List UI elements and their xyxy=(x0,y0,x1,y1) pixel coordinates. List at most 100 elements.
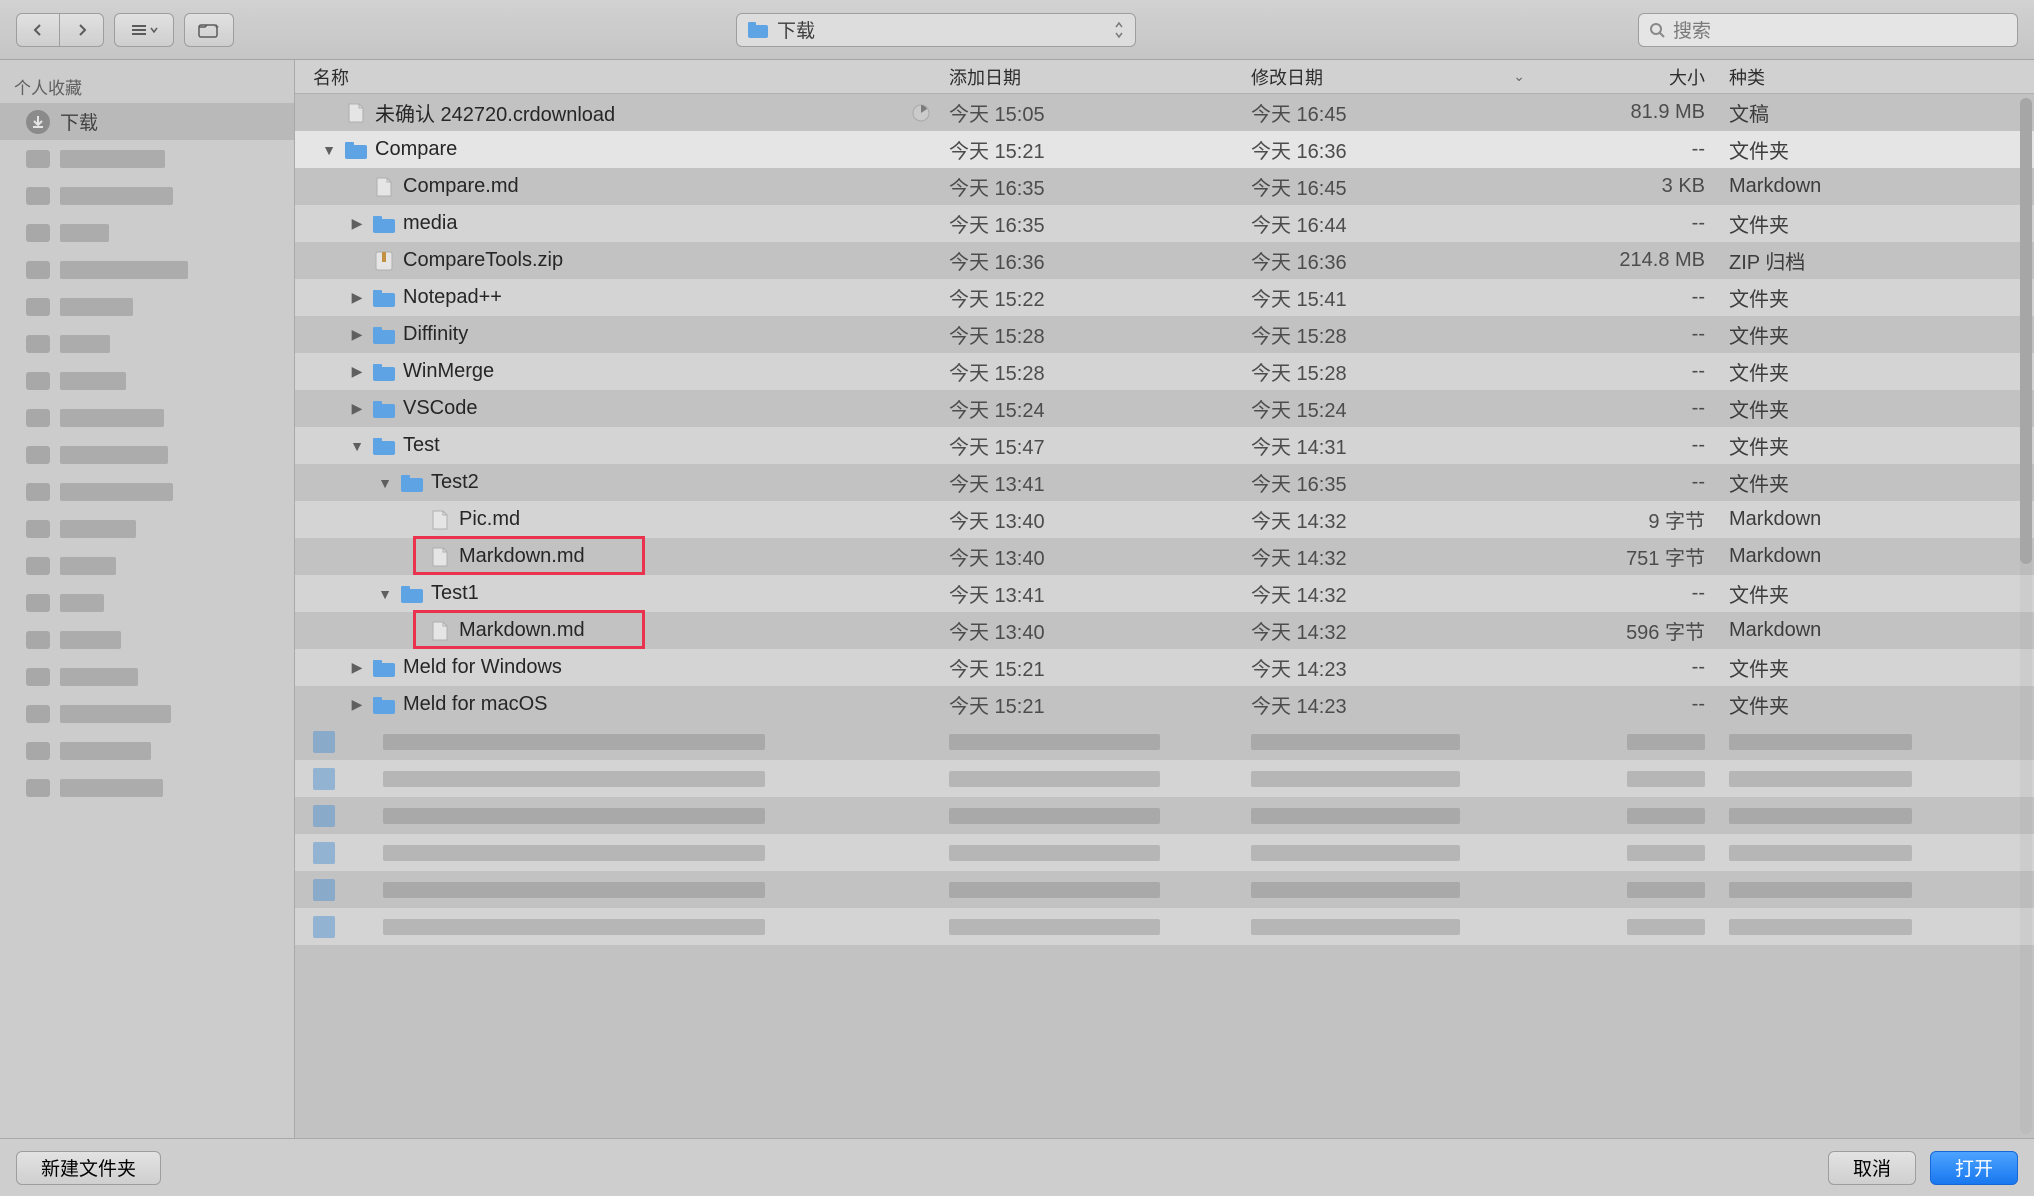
file-row-redacted[interactable] xyxy=(295,723,2034,760)
cell-kind: 文件夹 xyxy=(1729,686,2034,723)
cell-size: 751 字节 xyxy=(1549,538,1729,575)
sidebar-item-redacted[interactable] xyxy=(0,658,294,695)
file-row-redacted[interactable] xyxy=(295,834,2034,871)
toolbar-new-folder-button[interactable]: + xyxy=(184,13,234,47)
file-row[interactable]: Pic.md今天 13:40今天 14:329 字节Markdown xyxy=(295,501,2034,538)
sidebar-item-redacted[interactable] xyxy=(0,621,294,658)
new-folder-button[interactable]: 新建文件夹 xyxy=(16,1151,161,1185)
view-mode-button[interactable] xyxy=(114,13,174,47)
sidebar-item-redacted[interactable] xyxy=(0,214,294,251)
file-row[interactable]: Markdown.md今天 13:40今天 14:32751 字节Markdow… xyxy=(295,538,2034,575)
cell-date-added: 今天 15:28 xyxy=(949,316,1251,353)
cell-date-added: 今天 13:40 xyxy=(949,612,1251,649)
file-row-redacted[interactable] xyxy=(295,908,2034,945)
disclosure-triangle[interactable]: ▼ xyxy=(377,586,393,602)
folder-icon xyxy=(373,694,395,716)
open-button[interactable]: 打开 xyxy=(1930,1151,2018,1185)
sidebar-item-redacted[interactable] xyxy=(0,251,294,288)
cell-date-added: 今天 16:35 xyxy=(949,168,1251,205)
disclosure-triangle[interactable]: ▶ xyxy=(349,215,365,232)
file-name: Meld for Windows xyxy=(403,656,562,679)
sidebar-item-redacted[interactable] xyxy=(0,473,294,510)
disclosure-triangle[interactable]: ▶ xyxy=(349,696,365,713)
file-row[interactable]: ▼Test2今天 13:41今天 16:35--文件夹 xyxy=(295,464,2034,501)
file-row[interactable]: 未确认 242720.crdownload今天 15:05今天 16:4581.… xyxy=(295,94,2034,131)
column-header-date-added[interactable]: 添加日期 xyxy=(949,60,1251,93)
column-header-size[interactable]: 大小 xyxy=(1549,60,1729,93)
sidebar-item-redacted[interactable] xyxy=(0,769,294,806)
cell-size: -- xyxy=(1549,316,1729,353)
file-row[interactable]: ▼Test今天 15:47今天 14:31--文件夹 xyxy=(295,427,2034,464)
file-icon xyxy=(429,509,451,531)
file-row[interactable]: ▶WinMerge今天 15:28今天 15:28--文件夹 xyxy=(295,353,2034,390)
sidebar-item-redacted[interactable] xyxy=(0,732,294,769)
disclosure-triangle[interactable]: ▶ xyxy=(349,363,365,380)
disclosure-triangle[interactable]: ▶ xyxy=(349,326,365,343)
sidebar-item-redacted[interactable] xyxy=(0,288,294,325)
cell-date-modified: 今天 15:41 xyxy=(1251,279,1549,316)
disclosure-triangle[interactable]: ▶ xyxy=(349,289,365,306)
cell-date-added: 今天 16:36 xyxy=(949,242,1251,279)
file-row-redacted[interactable] xyxy=(295,871,2034,908)
cell-date-modified: 今天 16:45 xyxy=(1251,94,1549,131)
cell-size: 81.9 MB xyxy=(1549,94,1729,131)
file-row[interactable]: ▼Test1今天 13:41今天 14:32--文件夹 xyxy=(295,575,2034,612)
disclosure-triangle[interactable]: ▶ xyxy=(349,659,365,676)
column-header-name[interactable]: 名称 xyxy=(295,60,949,93)
file-name: Notepad++ xyxy=(403,286,502,309)
file-row[interactable]: ▶Meld for macOS今天 15:21今天 14:23--文件夹 xyxy=(295,686,2034,723)
file-row[interactable]: Markdown.md今天 13:40今天 14:32596 字节Markdow… xyxy=(295,612,2034,649)
file-row[interactable]: ▼Compare今天 15:21今天 16:36--文件夹 xyxy=(295,131,2034,168)
disclosure-triangle[interactable]: ▼ xyxy=(321,142,337,158)
file-row[interactable]: ▶Notepad++今天 15:22今天 15:41--文件夹 xyxy=(295,279,2034,316)
cancel-button[interactable]: 取消 xyxy=(1828,1151,1916,1185)
disclosure-triangle[interactable]: ▼ xyxy=(377,475,393,491)
file-row[interactable]: CompareTools.zip今天 16:36今天 16:36214.8 MB… xyxy=(295,242,2034,279)
path-control[interactable]: 下载 xyxy=(736,13,1136,47)
sidebar-item-redacted[interactable] xyxy=(0,140,294,177)
column-header-kind[interactable]: 种类 xyxy=(1729,60,2034,93)
back-button[interactable] xyxy=(16,13,60,47)
cell-date-modified: 今天 14:23 xyxy=(1251,649,1549,686)
sidebar-item-redacted[interactable] xyxy=(0,325,294,362)
cell-date-modified: 今天 16:44 xyxy=(1251,205,1549,242)
file-row[interactable]: ▶media今天 16:35今天 16:44--文件夹 xyxy=(295,205,2034,242)
folder-icon xyxy=(747,19,769,41)
file-row-redacted[interactable] xyxy=(295,797,2034,834)
cell-size: 214.8 MB xyxy=(1549,242,1729,279)
column-header-date-modified[interactable]: 修改日期 ⌄ xyxy=(1251,60,1549,93)
sidebar-item-redacted[interactable] xyxy=(0,399,294,436)
search-field[interactable]: 搜索 xyxy=(1638,13,2018,47)
vertical-scrollbar[interactable] xyxy=(2020,98,2032,1134)
sidebar-item-redacted[interactable] xyxy=(0,436,294,473)
file-row[interactable]: ▶Diffinity今天 15:28今天 15:28--文件夹 xyxy=(295,316,2034,353)
folder-icon xyxy=(401,583,423,605)
file-row[interactable]: ▶VSCode今天 15:24今天 15:24--文件夹 xyxy=(295,390,2034,427)
sidebar-item-redacted[interactable] xyxy=(0,510,294,547)
sidebar-item-redacted[interactable] xyxy=(0,584,294,621)
file-icon xyxy=(429,546,451,568)
disclosure-triangle[interactable]: ▼ xyxy=(349,438,365,454)
sidebar-item-redacted[interactable] xyxy=(0,177,294,214)
file-row[interactable]: Compare.md今天 16:35今天 16:453 KBMarkdown xyxy=(295,168,2034,205)
file-icon xyxy=(345,102,367,124)
sidebar-item-downloads[interactable]: 下载 xyxy=(0,103,294,140)
disclosure-triangle[interactable]: ▶ xyxy=(349,400,365,417)
scrollbar-thumb[interactable] xyxy=(2020,98,2032,564)
file-name: Pic.md xyxy=(459,508,520,531)
file-name: Test xyxy=(403,434,440,457)
cell-kind: 文件夹 xyxy=(1729,390,2034,427)
file-row-redacted[interactable] xyxy=(295,760,2034,797)
forward-button[interactable] xyxy=(60,13,104,47)
cell-date-added: 今天 15:21 xyxy=(949,686,1251,723)
file-name: Markdown.md xyxy=(459,619,585,642)
sidebar-item-redacted[interactable] xyxy=(0,695,294,732)
cell-size: -- xyxy=(1549,464,1729,501)
sidebar-item-redacted[interactable] xyxy=(0,547,294,584)
file-name: 未确认 242720.crdownload xyxy=(375,98,615,127)
sidebar-section-favorites: 个人收藏 xyxy=(0,66,294,103)
file-row[interactable]: ▶Meld for Windows今天 15:21今天 14:23--文件夹 xyxy=(295,649,2034,686)
sidebar-item-redacted[interactable] xyxy=(0,362,294,399)
file-name: media xyxy=(403,212,457,235)
cell-size: -- xyxy=(1549,205,1729,242)
